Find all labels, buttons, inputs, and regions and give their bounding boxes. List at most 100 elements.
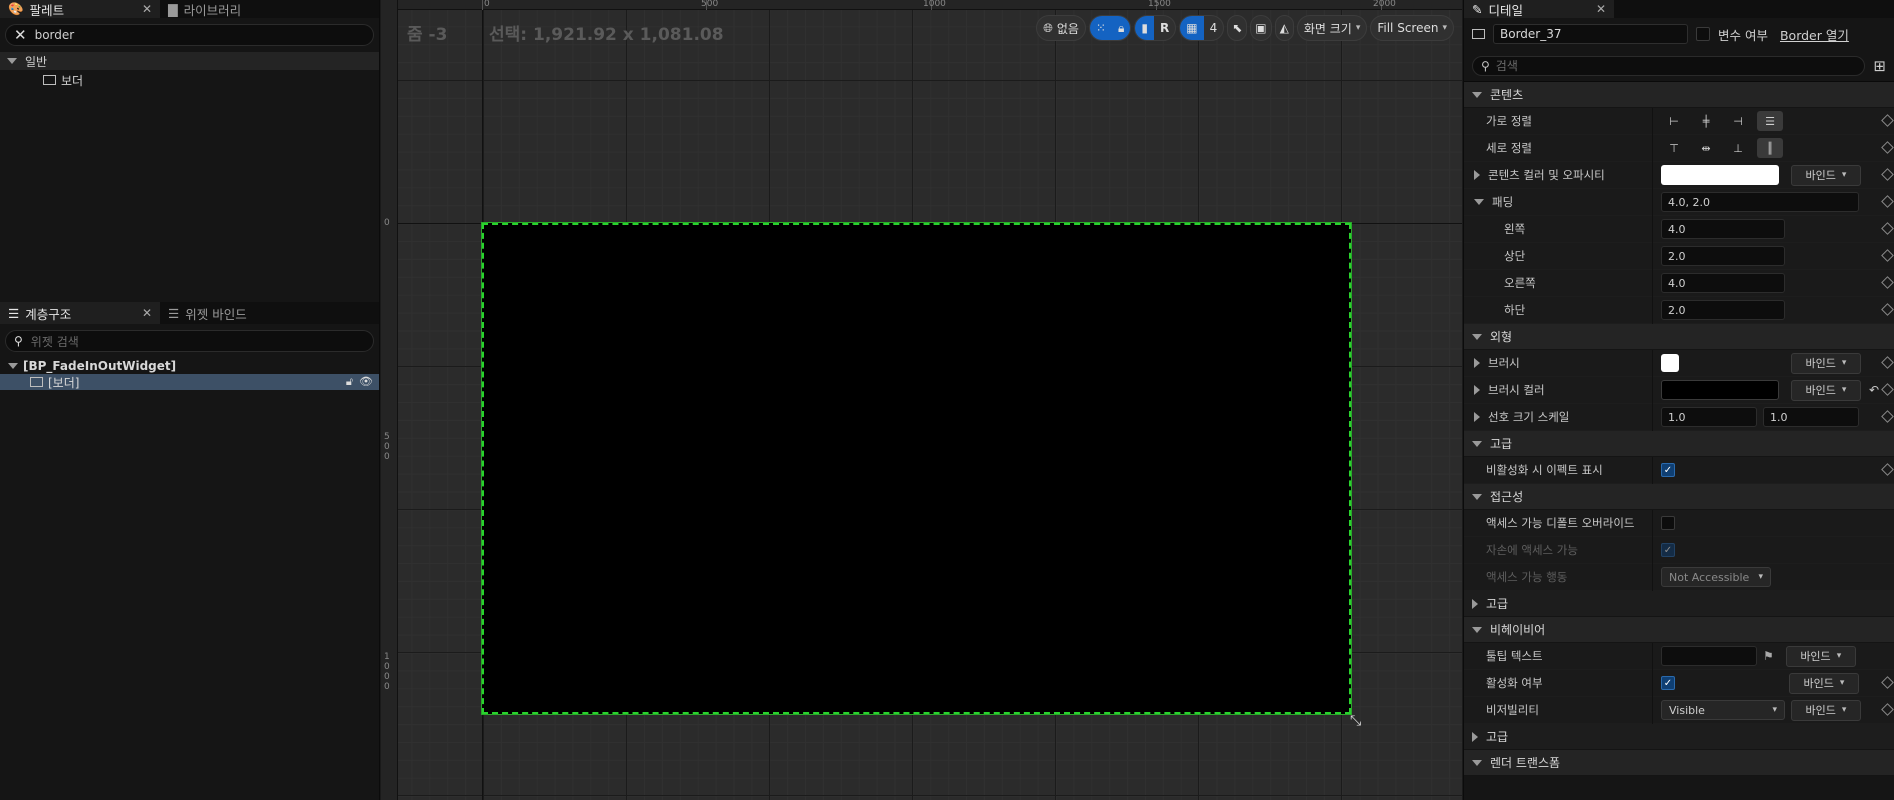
color-swatch-black[interactable]: [1661, 380, 1779, 400]
reset-arrow-icon[interactable]: ↶: [1869, 383, 1879, 397]
prop-label-wrap: 콘텐츠 컬러 및 오파시티: [1464, 167, 1652, 183]
show-effect-checkbox[interactable]: ✓: [1661, 463, 1675, 477]
bind-label: 바인드: [1803, 677, 1834, 690]
flag-icon[interactable]: ⚑: [1763, 649, 1774, 663]
ruler-label: 1000: [923, 0, 946, 9]
tab-bindings[interactable]: ☰ 위젯 바인드: [160, 302, 255, 324]
hierarchy-search-placeholder: 위젯 검색: [30, 334, 79, 349]
r-toggle-button[interactable]: R: [1154, 16, 1175, 40]
expand-arrow-icon[interactable]: [1474, 358, 1480, 368]
close-icon[interactable]: ✕: [1596, 2, 1606, 16]
section-advanced-behavior[interactable]: 고급: [1464, 724, 1894, 750]
prop-value: 4.0: [1652, 215, 1894, 243]
bind-label: 바인드: [1805, 384, 1836, 397]
fill-screen-dropdown[interactable]: Fill Screen ▾: [1370, 15, 1454, 41]
collapse-arrow-icon[interactable]: [1474, 199, 1484, 205]
expand-arrow-icon[interactable]: [8, 363, 18, 369]
tab-palette[interactable]: 🎨 팔레트 ✕: [0, 0, 160, 18]
bind-button[interactable]: 바인드 ▾: [1785, 645, 1856, 667]
prop-label: 상단: [1504, 249, 1526, 263]
pointer-icon[interactable]: ⬉: [1227, 15, 1248, 41]
padding-left-field[interactable]: 4.0: [1661, 219, 1785, 239]
override-access-checkbox[interactable]: [1661, 516, 1675, 530]
eye-icon[interactable]: 👁︎: [359, 375, 373, 389]
section-accessibility[interactable]: 접근성: [1464, 484, 1894, 510]
globe-icon: 🌐︎: [1043, 20, 1053, 35]
section-render-transform[interactable]: 렌더 트랜스폼: [1464, 750, 1894, 776]
unlock-icon[interactable]: 🔓︎: [346, 375, 353, 389]
expand-arrow-icon[interactable]: [1474, 385, 1480, 395]
chevron-down-icon: ▾: [1758, 572, 1763, 582]
grid-view-icon[interactable]: ⊞: [1873, 57, 1886, 75]
expand-arrow-icon[interactable]: [1474, 412, 1480, 422]
screen-size-label: 화면 크기: [1303, 21, 1352, 36]
palette-item-label: 보더: [61, 73, 84, 88]
align-bottom-icon[interactable]: ⊥: [1725, 138, 1751, 158]
background-button[interactable]: 🌐︎ 없음: [1036, 15, 1086, 41]
is-variable-checkbox[interactable]: [1696, 27, 1710, 41]
dotted-grid-icon[interactable]: ⁙: [1089, 16, 1112, 40]
palette-search-input[interactable]: ✕ border: [5, 24, 374, 46]
brush-preview[interactable]: [1661, 354, 1679, 372]
triangle-icon[interactable]: ◭: [1274, 15, 1294, 41]
details-search-input[interactable]: ⚲ 검색: [1472, 55, 1866, 76]
scale-y-field[interactable]: 1.0: [1763, 407, 1859, 427]
close-icon[interactable]: ✕: [142, 306, 152, 320]
padding-top-field[interactable]: 2.0: [1661, 246, 1785, 266]
palette-category-general[interactable]: 일반: [0, 52, 379, 70]
bind-button[interactable]: 바인드 ▾: [1791, 379, 1861, 401]
bind-button[interactable]: 바인드 ▾: [1791, 699, 1861, 721]
padding-right-field[interactable]: 4.0: [1661, 273, 1785, 293]
designer-viewport[interactable]: 0 500 1000 1500 2000 0 500 1000 줌 -3 선택:…: [381, 0, 1462, 800]
visibility-dropdown[interactable]: Visible ▾: [1661, 700, 1785, 720]
chevron-down-icon: ▾: [1836, 651, 1842, 661]
tree-child-border[interactable]: [보더] 🔓︎ 👁︎: [0, 374, 379, 390]
align-right-icon[interactable]: ⊣: [1725, 111, 1751, 131]
screen-size-dropdown[interactable]: 화면 크기 ▾: [1296, 15, 1368, 41]
details-search-row: ⚲ 검색 ⊞: [1464, 50, 1894, 82]
section-content[interactable]: 콘텐츠: [1464, 82, 1894, 108]
bind-button[interactable]: 바인드 ▾: [1789, 672, 1859, 694]
children-access-checkbox: ✓: [1661, 543, 1675, 557]
collapse-arrow-icon: [1472, 333, 1482, 340]
lock-icon[interactable]: 🔒︎: [1111, 16, 1131, 40]
palette-item-border[interactable]: 보더: [0, 70, 379, 90]
section-advanced-accessibility[interactable]: 고급: [1464, 591, 1894, 617]
resize-handle-icon[interactable]: ⤡: [1350, 713, 1368, 731]
align-fill-icon[interactable]: ☰: [1757, 111, 1783, 131]
prop-value: 4.0: [1652, 269, 1894, 297]
bind-button[interactable]: 바인드 ▾: [1791, 352, 1861, 374]
layout-icon[interactable]: ▮: [1135, 16, 1154, 40]
widget-name-field[interactable]: Border_37: [1493, 24, 1688, 44]
is-enabled-checkbox[interactable]: ✓: [1661, 676, 1675, 690]
clear-search-icon[interactable]: ✕: [14, 26, 27, 44]
align-left-icon[interactable]: ⊢: [1661, 111, 1687, 131]
tab-palette-label: 팔레트: [29, 2, 65, 18]
align-center-icon[interactable]: ╪: [1693, 111, 1719, 131]
expand-arrow-icon[interactable]: [1474, 170, 1480, 180]
scale-x-field[interactable]: 1.0: [1661, 407, 1757, 427]
section-behavior[interactable]: 비헤이비어: [1464, 617, 1894, 643]
padding-value-field[interactable]: 4.0, 2.0: [1661, 192, 1859, 212]
grid-icon[interactable]: ▦: [1180, 16, 1204, 40]
close-icon[interactable]: ✕: [142, 2, 152, 16]
align-fill-vertical-icon[interactable]: ║: [1757, 138, 1783, 158]
tab-details[interactable]: ✎ 디테일 ✕: [1464, 0, 1614, 18]
selected-border-widget[interactable]: [481, 222, 1352, 715]
section-advanced-appearance[interactable]: 고급: [1464, 431, 1894, 457]
tree-root-widget[interactable]: [BP_FadeInOutWidget]: [0, 358, 379, 374]
tab-hierarchy[interactable]: ☰ 계층구조 ✕: [0, 302, 160, 324]
open-border-link[interactable]: Border 열기: [1780, 25, 1849, 44]
bind-button[interactable]: 바인드 ▾: [1791, 164, 1861, 186]
align-middle-icon[interactable]: ⇹: [1693, 138, 1719, 158]
align-top-icon[interactable]: ⊤: [1661, 138, 1687, 158]
hierarchy-search-input[interactable]: ⚲ 위젯 검색: [5, 330, 374, 352]
prop-override-accessible: 액세스 가능 디폴트 오버라이드: [1464, 509, 1894, 537]
tab-library[interactable]: ▇ 라이브러리: [160, 0, 249, 18]
color-swatch-white[interactable]: [1661, 165, 1779, 185]
prop-label: 오른쪽: [1504, 276, 1536, 290]
padding-bottom-field[interactable]: 2.0: [1661, 300, 1785, 320]
tooltip-text-field[interactable]: [1661, 646, 1757, 666]
image-icon[interactable]: ▣: [1250, 15, 1272, 41]
section-appearance[interactable]: 외형: [1464, 324, 1894, 350]
